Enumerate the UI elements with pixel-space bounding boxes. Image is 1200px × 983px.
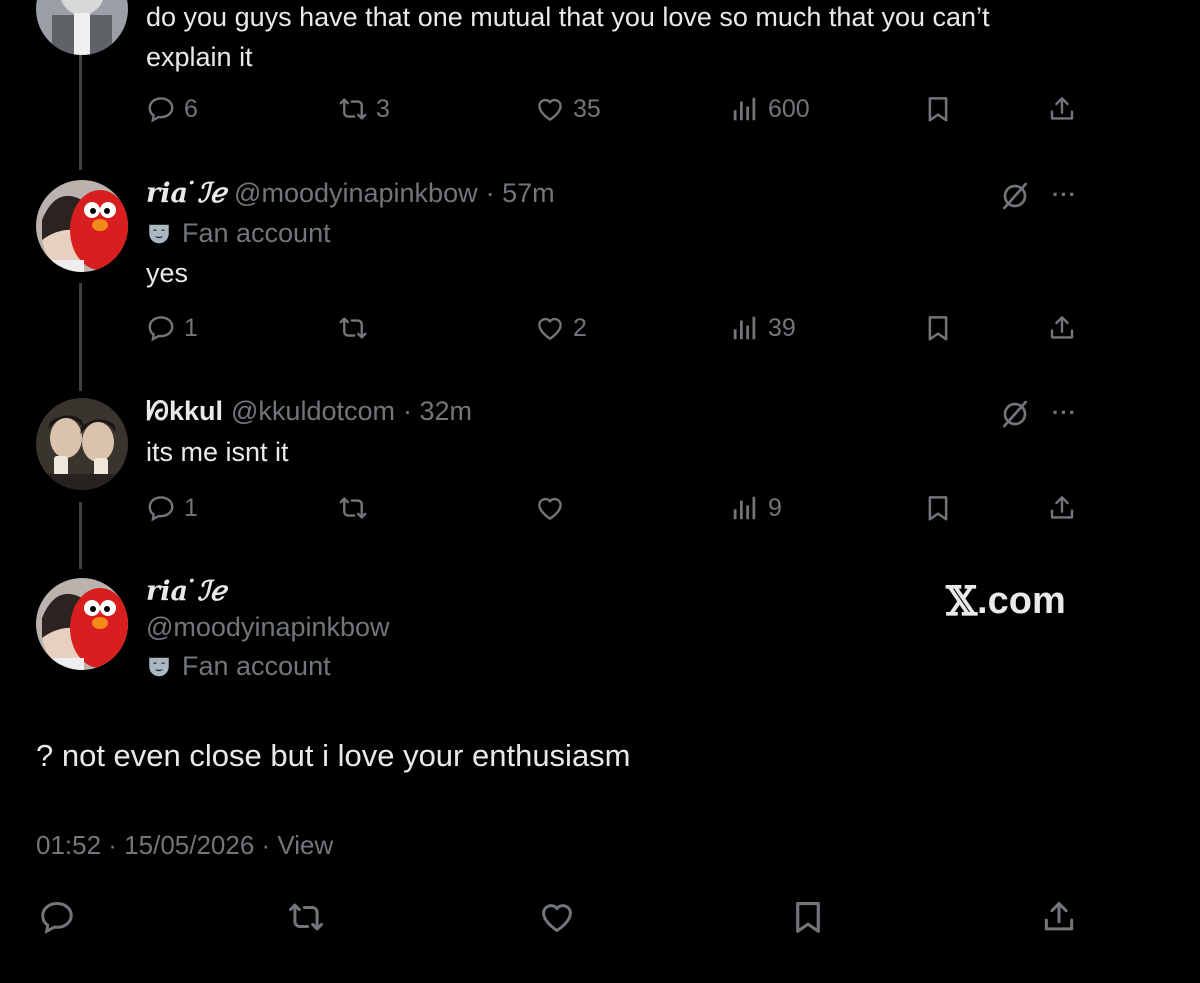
x-logo: 𝕏 bbox=[946, 578, 978, 625]
reply-count: 1 bbox=[184, 313, 198, 342]
fan-account-badge: Fan account bbox=[146, 218, 331, 249]
handle[interactable]: @kkuldotcom bbox=[231, 396, 395, 427]
thread-line bbox=[79, 283, 82, 391]
badge-label: Fan account bbox=[182, 651, 331, 681]
thread-line bbox=[79, 502, 82, 569]
repost-button[interactable] bbox=[338, 493, 376, 523]
reply-icon bbox=[146, 94, 176, 124]
like-button[interactable]: 35 bbox=[535, 94, 601, 124]
tweet-header: ria ̇ℐℯ bbox=[146, 576, 226, 607]
views-count: 9 bbox=[768, 493, 782, 522]
reply-icon bbox=[146, 493, 176, 523]
bookmark-button[interactable] bbox=[789, 898, 827, 936]
reply-icon bbox=[146, 313, 176, 343]
tweet-header: ᘗkkul @kkuldotcom · 32m bbox=[146, 396, 472, 428]
repost-button[interactable] bbox=[287, 898, 325, 936]
avatar[interactable] bbox=[36, 398, 128, 490]
tweet-text: yes bbox=[146, 258, 189, 288]
timestamp[interactable]: · 57m bbox=[486, 178, 555, 209]
bookmark-icon bbox=[923, 493, 953, 523]
grok-icon bbox=[999, 180, 1031, 212]
share-button[interactable] bbox=[1047, 493, 1077, 523]
like-button[interactable]: 2 bbox=[535, 313, 587, 343]
views-button[interactable]: 600 bbox=[730, 94, 810, 124]
share-button[interactable] bbox=[1047, 94, 1077, 124]
views-button[interactable]: 39 bbox=[730, 313, 796, 343]
fan-account-badge: Fan account bbox=[146, 651, 331, 682]
like-button[interactable] bbox=[538, 898, 576, 936]
timestamp[interactable]: · 32m bbox=[403, 396, 472, 427]
display-name[interactable]: ria ̇ℐℯ bbox=[146, 178, 226, 209]
bookmark-icon bbox=[923, 313, 953, 343]
more-options-button[interactable]: ··· bbox=[1052, 400, 1077, 426]
reply-button[interactable]: 6 bbox=[146, 94, 198, 124]
mask-icon bbox=[146, 221, 172, 247]
share-icon bbox=[1047, 313, 1077, 343]
reply-button[interactable]: 1 bbox=[146, 493, 198, 523]
x-com-watermark: 𝕏 .com bbox=[946, 578, 1066, 625]
display-name[interactable]: ria ̇ℐℯ bbox=[146, 576, 226, 607]
heart-icon bbox=[535, 493, 565, 523]
avatar[interactable] bbox=[36, 0, 128, 55]
tweet-timestamp[interactable]: 01:52 · 15/05/2026 · View bbox=[36, 830, 333, 861]
repost-icon bbox=[338, 313, 368, 343]
bookmark-icon bbox=[923, 94, 953, 124]
share-icon bbox=[1047, 493, 1077, 523]
reply-count: 1 bbox=[184, 493, 198, 522]
heart-icon bbox=[535, 313, 565, 343]
repost-icon bbox=[338, 94, 368, 124]
reply-count: 6 bbox=[184, 94, 198, 123]
reply-icon bbox=[38, 898, 76, 936]
share-button[interactable] bbox=[1047, 313, 1077, 343]
grok-button[interactable] bbox=[999, 398, 1031, 430]
like-count: 35 bbox=[573, 94, 601, 123]
share-icon bbox=[1040, 898, 1078, 936]
repost-count: 3 bbox=[376, 94, 390, 123]
handle[interactable]: @moodyinapinkbow bbox=[146, 612, 390, 643]
tweet-text: do you guys have that one mutual that yo… bbox=[146, 2, 990, 32]
heart-icon bbox=[538, 898, 576, 936]
badge-label: Fan account bbox=[182, 218, 331, 248]
bookmark-button[interactable] bbox=[923, 313, 953, 343]
thread-line bbox=[79, 55, 82, 170]
avatar[interactable] bbox=[36, 180, 128, 272]
share-icon bbox=[1047, 94, 1077, 124]
tweet-text-continued: explain it bbox=[146, 42, 253, 72]
repost-button[interactable]: 3 bbox=[338, 94, 390, 124]
reply-button[interactable]: 1 bbox=[146, 313, 198, 343]
avatar[interactable] bbox=[36, 578, 128, 670]
tweet-text: its me isnt it bbox=[146, 437, 289, 467]
handle[interactable]: @moodyinapinkbow bbox=[234, 178, 478, 209]
views-count: 39 bbox=[768, 313, 796, 342]
views-icon bbox=[730, 493, 760, 523]
bookmark-button[interactable] bbox=[923, 493, 953, 523]
bookmark-button[interactable] bbox=[923, 94, 953, 124]
share-button[interactable] bbox=[1040, 898, 1078, 936]
repost-icon bbox=[338, 493, 368, 523]
like-button[interactable] bbox=[535, 493, 573, 523]
display-name[interactable]: ᘗkkul bbox=[146, 396, 223, 428]
tweet-header: ria ̇ℐℯ @moodyinapinkbow · 57m bbox=[146, 178, 555, 209]
like-count: 2 bbox=[573, 313, 587, 342]
views-icon bbox=[730, 313, 760, 343]
bookmark-icon bbox=[789, 898, 827, 936]
more-options-button[interactable]: ··· bbox=[1052, 182, 1077, 208]
repost-button[interactable] bbox=[338, 313, 376, 343]
views-icon bbox=[730, 94, 760, 124]
views-button[interactable]: 9 bbox=[730, 493, 782, 523]
grok-button[interactable] bbox=[999, 180, 1031, 212]
heart-icon bbox=[535, 94, 565, 124]
repost-icon bbox=[287, 898, 325, 936]
mask-icon bbox=[146, 654, 172, 680]
reply-button[interactable] bbox=[38, 898, 76, 936]
grok-icon bbox=[999, 398, 1031, 430]
brand-domain: .com bbox=[977, 580, 1066, 622]
views-count: 600 bbox=[768, 94, 810, 123]
tweet-text: ? not even close but i love your enthusi… bbox=[36, 738, 631, 773]
